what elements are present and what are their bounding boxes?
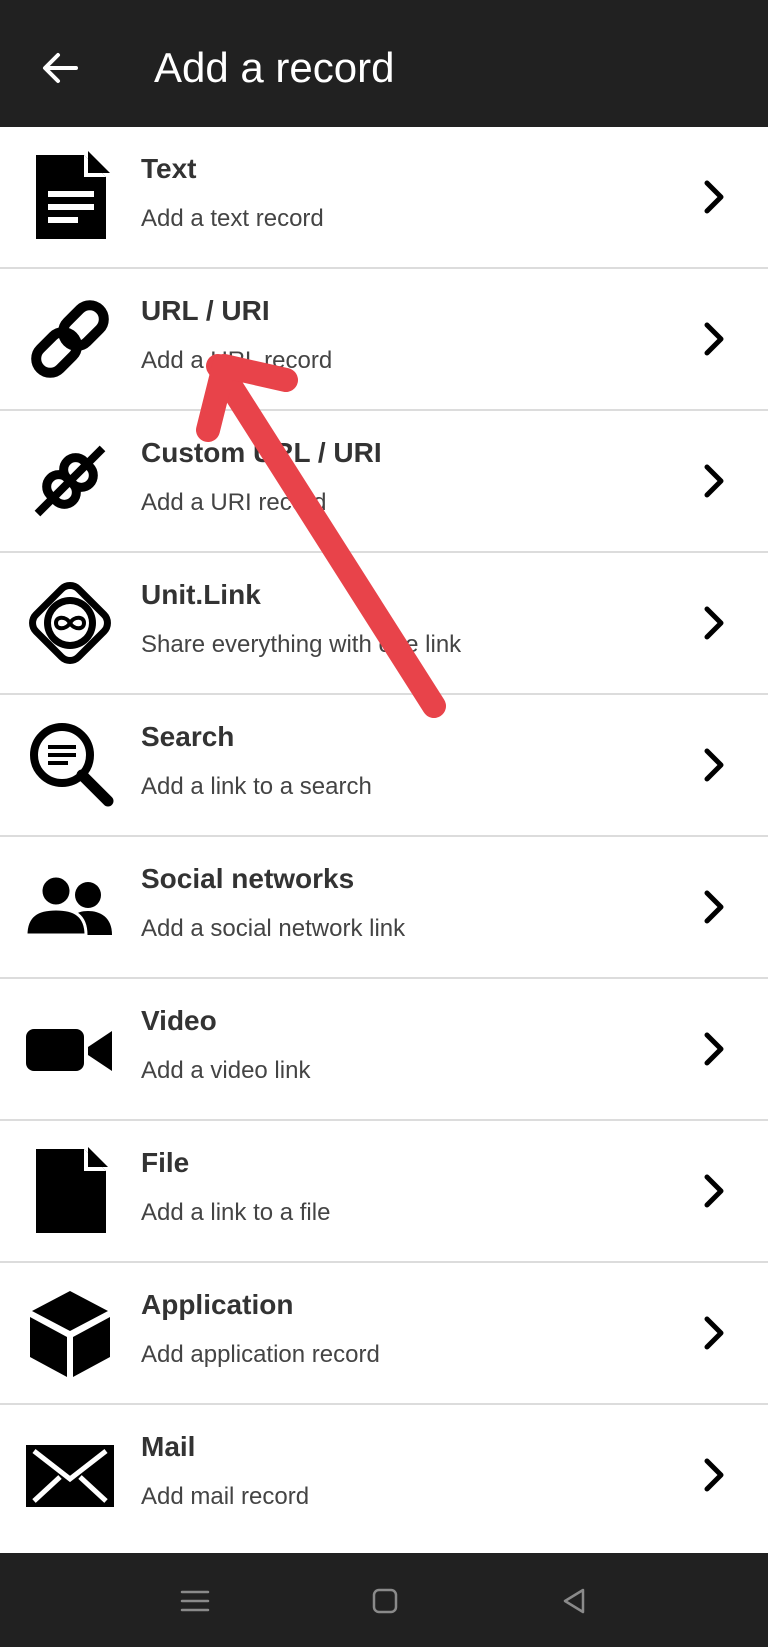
- page-title: Add a record: [154, 44, 395, 91]
- chevron-right-icon: [694, 1171, 734, 1211]
- record-subtitle: Add a URI record: [141, 489, 327, 516]
- record-subtitle: Add a text record: [141, 205, 324, 232]
- record-item-search[interactable]: Search Add a link to a search: [0, 695, 768, 837]
- back-button[interactable]: [30, 38, 90, 98]
- record-item-application[interactable]: Application Add application record: [0, 1263, 768, 1405]
- broken-link-icon: [24, 435, 116, 527]
- record-item-text[interactable]: Text Add a text record: [0, 127, 768, 269]
- record-subtitle: Add application record: [141, 1341, 380, 1368]
- chevron-right-icon: [694, 319, 734, 359]
- home-square-icon: [372, 1588, 398, 1614]
- record-item-file[interactable]: File Add a link to a file: [0, 1121, 768, 1263]
- chevron-right-icon: [694, 603, 734, 643]
- record-title: Mail: [141, 1431, 196, 1462]
- chevron-right-icon: [694, 1029, 734, 1069]
- record-subtitle: Add a social network link: [141, 915, 406, 942]
- text-document-icon: [24, 151, 116, 243]
- record-item-unit-link[interactable]: Unit.Link Share everything with one link: [0, 553, 768, 695]
- chevron-right-icon: [694, 1455, 734, 1495]
- record-subtitle: Add a link to a search: [141, 773, 372, 800]
- record-item-mail[interactable]: Mail Add mail record: [0, 1405, 768, 1547]
- record-subtitle: Add a video link: [141, 1057, 311, 1084]
- chevron-right-icon: [694, 1313, 734, 1353]
- record-title: Video: [141, 1005, 217, 1036]
- chevron-right-icon: [694, 461, 734, 501]
- file-icon: [24, 1145, 116, 1237]
- nav-home-button[interactable]: [361, 1577, 409, 1625]
- search-icon: [24, 719, 116, 811]
- cube-icon: [24, 1287, 116, 1379]
- app-bar: Add a record: [0, 0, 768, 127]
- people-icon: [24, 861, 116, 953]
- record-title: File: [141, 1147, 190, 1178]
- record-title: Search: [141, 721, 235, 752]
- link-icon: [24, 293, 116, 385]
- record-title: Social networks: [141, 863, 355, 894]
- record-title: Unit.Link: [141, 579, 261, 610]
- record-item-video[interactable]: Video Add a video link: [0, 979, 768, 1121]
- record-item-custom-url[interactable]: Custom URL / URI Add a URI record: [0, 411, 768, 553]
- video-camera-icon: [24, 1003, 116, 1095]
- envelope-icon: [24, 1429, 116, 1521]
- chevron-right-icon: [694, 177, 734, 217]
- nav-back-button[interactable]: [550, 1577, 598, 1625]
- record-subtitle: Add mail record: [141, 1483, 310, 1510]
- unit-link-icon: [24, 577, 116, 669]
- menu-icon: [180, 1590, 210, 1612]
- chevron-right-icon: [694, 745, 734, 785]
- record-title: Text: [141, 153, 197, 184]
- chevron-right-icon: [694, 887, 734, 927]
- back-triangle-icon: [563, 1588, 585, 1614]
- record-subtitle: Add a link to a file: [141, 1199, 331, 1226]
- system-nav-bar: [0, 1553, 768, 1647]
- record-item-url[interactable]: URL / URI Add a URL record: [0, 269, 768, 411]
- record-subtitle: Share everything with one link: [141, 631, 462, 658]
- record-subtitle: Add a URL record: [141, 347, 333, 374]
- record-item-social-networks[interactable]: Social networks Add a social network lin…: [0, 837, 768, 979]
- record-title: Application: [141, 1289, 294, 1320]
- record-type-list: Text Add a text record URL / URI Add a U…: [0, 127, 768, 1547]
- record-title: Custom URL / URI: [141, 437, 382, 468]
- arrow-left-icon: [43, 53, 78, 83]
- record-title: URL / URI: [141, 295, 270, 326]
- nav-menu-button[interactable]: [171, 1577, 219, 1625]
